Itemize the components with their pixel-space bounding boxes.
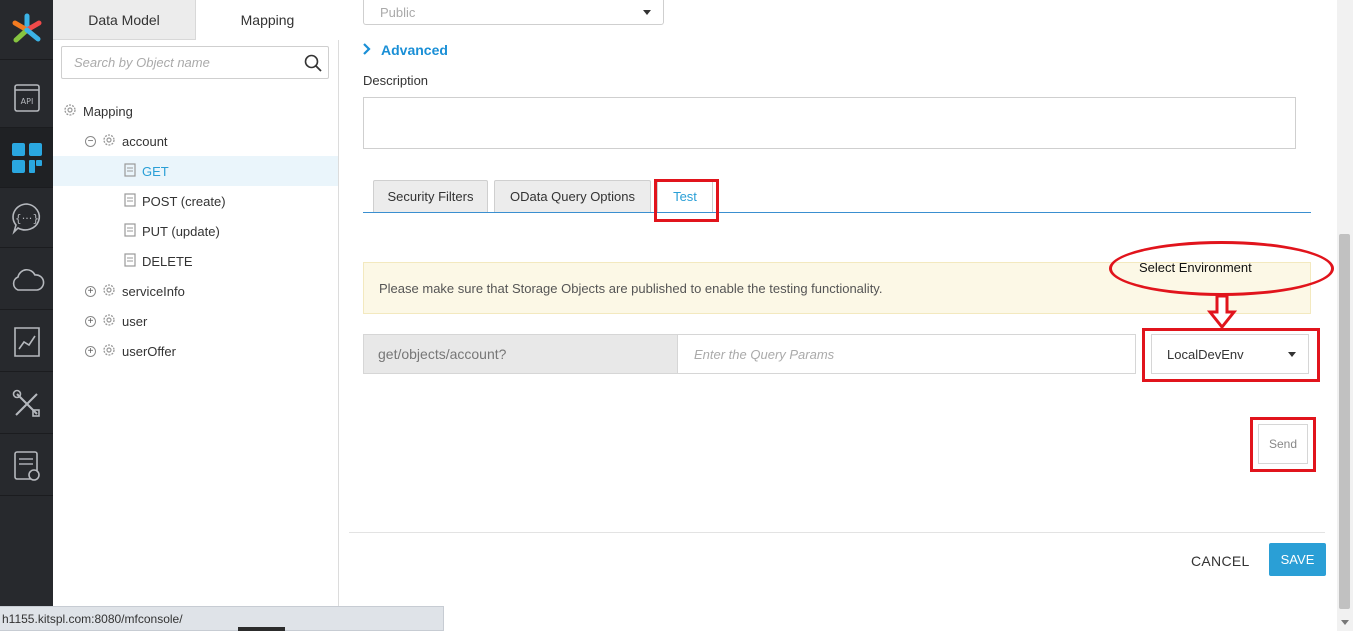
tab-odata-query-options[interactable]: OData Query Options xyxy=(494,180,651,212)
gear-icon xyxy=(102,133,116,150)
svg-text:API: API xyxy=(20,97,33,106)
status-url: h1155.kitspl.com:8080/mfconsole/ xyxy=(2,611,183,626)
tree-node-useroffer[interactable]: + userOffer xyxy=(85,336,176,366)
search-input[interactable] xyxy=(62,47,298,78)
scroll-down-icon[interactable] xyxy=(1337,614,1353,631)
tree-label: GET xyxy=(142,163,169,179)
search-icon[interactable] xyxy=(298,54,328,72)
scrollbar-thumb[interactable] xyxy=(1339,234,1350,609)
tree-node-account[interactable]: − account xyxy=(85,126,168,156)
document-icon xyxy=(124,162,136,180)
annotation-box-environment xyxy=(1142,328,1320,382)
tree-label: DELETE xyxy=(142,253,193,269)
gear-icon xyxy=(63,103,77,120)
tree-label: Mapping xyxy=(83,103,133,119)
tree-node-mapping[interactable]: Mapping xyxy=(63,96,133,126)
caret-down-icon xyxy=(643,9,651,15)
tree-label: userOffer xyxy=(122,343,176,359)
app-logo-icon[interactable] xyxy=(0,0,53,60)
annotation-label: Select Environment xyxy=(1139,260,1252,275)
annotation-arrow-icon xyxy=(1207,295,1237,329)
notice-text: Please make sure that Storage Objects ar… xyxy=(379,280,883,296)
gear-icon xyxy=(102,283,116,300)
advanced-toggle[interactable]: Advanced xyxy=(363,40,448,60)
tree-node-delete[interactable]: DELETE xyxy=(124,246,193,276)
tab-data-model[interactable]: Data Model xyxy=(53,0,196,40)
cloud-icon[interactable] xyxy=(0,250,53,310)
tree-node-get[interactable]: GET xyxy=(53,156,338,186)
tree-label: account xyxy=(122,133,168,149)
visibility-select[interactable]: Public xyxy=(363,0,664,25)
annotation-box-test-tab xyxy=(654,179,719,222)
document-icon xyxy=(124,222,136,240)
annotation-box-send xyxy=(1250,417,1316,472)
footer-divider xyxy=(349,532,1325,533)
bottom-strip xyxy=(238,627,285,631)
advanced-label: Advanced xyxy=(381,42,448,58)
cancel-button[interactable]: CANCEL xyxy=(1191,550,1250,572)
search-box xyxy=(61,46,329,79)
tree-node-serviceinfo[interactable]: + serviceInfo xyxy=(85,276,185,306)
svg-text:{···}: {···} xyxy=(14,212,39,225)
query-params-input[interactable] xyxy=(678,334,1136,374)
tree-label: PUT (update) xyxy=(142,223,220,239)
url-prefix: get/objects/account? xyxy=(363,334,678,374)
document-icon xyxy=(124,192,136,210)
description-label: Description xyxy=(363,73,429,88)
save-button[interactable]: SAVE xyxy=(1269,543,1326,576)
tab-security-filters[interactable]: Security Filters xyxy=(373,180,488,212)
status-bar: h1155.kitspl.com:8080/mfconsole/ xyxy=(0,606,444,631)
main-content: Public Advanced Description Security Fil… xyxy=(339,0,1337,631)
tabs-divider xyxy=(363,212,1311,213)
description-field[interactable] xyxy=(363,97,1296,149)
tree-node-post[interactable]: POST (create) xyxy=(124,186,226,216)
chevron-right-icon xyxy=(363,42,371,58)
tree-node-put[interactable]: PUT (update) xyxy=(124,216,220,246)
gear-icon xyxy=(102,313,116,330)
visibility-value: Public xyxy=(380,4,416,20)
tree-label: user xyxy=(122,313,148,329)
tree-label: serviceInfo xyxy=(122,283,185,299)
expand-icon[interactable]: + xyxy=(85,315,96,327)
report-icon[interactable] xyxy=(0,436,53,496)
document-icon xyxy=(124,252,136,270)
chat-braces-icon[interactable]: {···} xyxy=(0,188,53,248)
mapping-panel: Data Model Mapping Mapping − account xyxy=(53,0,339,606)
panel-tabs: Data Model Mapping xyxy=(53,0,339,40)
icon-rail: API {···} xyxy=(0,0,53,631)
app-window: API {···} Data Model Mapping Search by O… xyxy=(0,0,1353,631)
tools-icon[interactable] xyxy=(0,374,53,434)
expand-icon[interactable]: + xyxy=(85,285,96,297)
collapse-icon[interactable]: − xyxy=(85,135,96,147)
objects-icon[interactable] xyxy=(0,128,53,188)
gear-icon xyxy=(102,343,116,360)
tree-node-user[interactable]: + user xyxy=(85,306,147,336)
api-icon[interactable]: API xyxy=(0,68,53,128)
chart-doc-icon[interactable] xyxy=(0,312,53,372)
expand-icon[interactable]: + xyxy=(85,345,96,357)
tree-label: POST (create) xyxy=(142,193,226,209)
tab-mapping[interactable]: Mapping xyxy=(196,0,339,40)
